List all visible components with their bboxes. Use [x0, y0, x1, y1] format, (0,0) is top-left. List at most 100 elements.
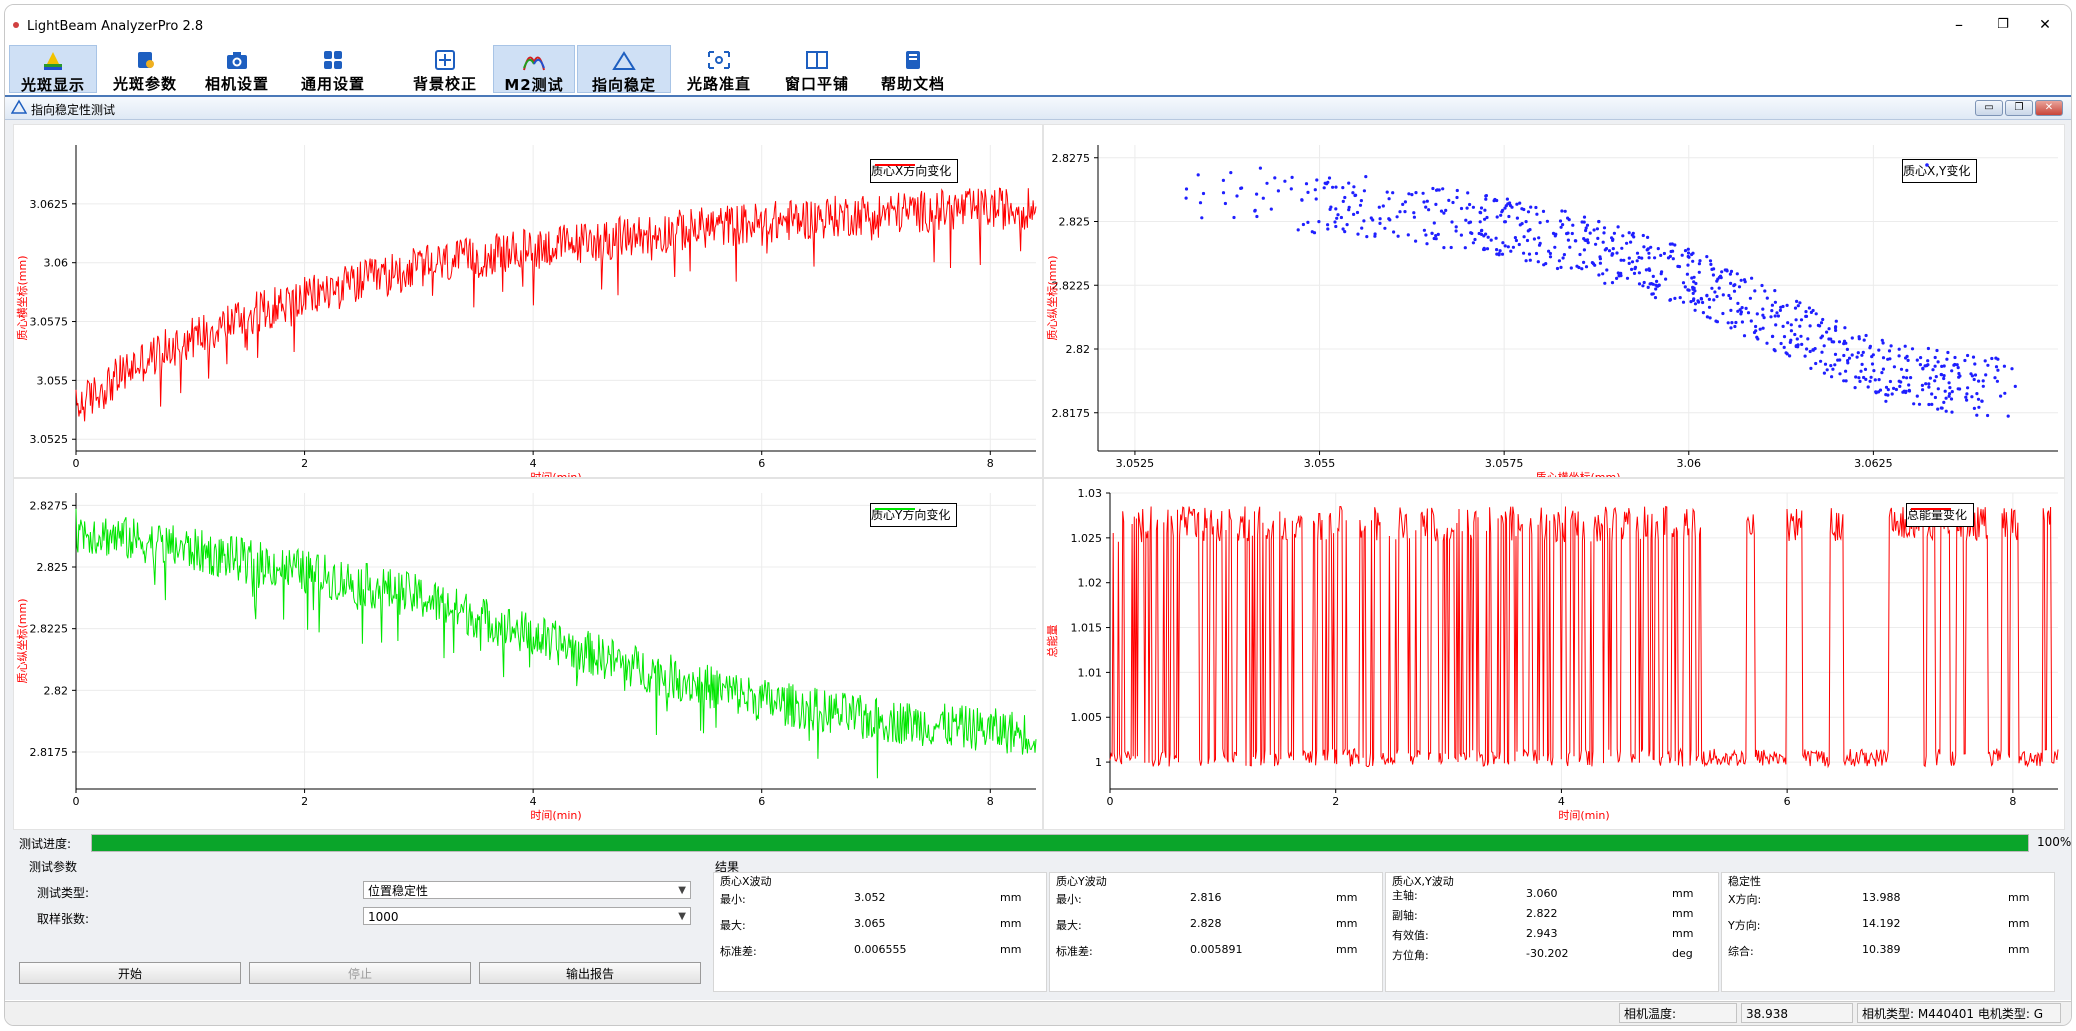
scatter-point — [1996, 357, 2000, 361]
scatter-point — [1734, 320, 1738, 325]
scatter-point — [1693, 308, 1697, 312]
toolbar-tile-windows-button[interactable]: 窗口平铺 — [773, 45, 861, 93]
scatter-point — [1479, 206, 1484, 210]
test-type-select[interactable]: 位置稳定性 ▼ — [363, 881, 691, 899]
toolbar-spot-params-button[interactable]: 光斑参数 — [101, 45, 189, 93]
scatter-point — [1758, 327, 1762, 331]
scatter-point — [1735, 272, 1739, 276]
scatter-point — [1580, 220, 1584, 224]
scatter-point — [1651, 282, 1655, 286]
scatter-point — [1692, 280, 1696, 284]
scatter-point — [1306, 190, 1310, 194]
scatter-point — [1615, 251, 1619, 255]
scatter-point — [1803, 354, 1807, 358]
scatter-point — [1352, 212, 1356, 216]
scatter-point — [1729, 326, 1733, 330]
scatter-point — [1834, 328, 1838, 332]
scatter-point — [1862, 338, 1866, 342]
scatter-point — [1945, 357, 1949, 361]
toolbar-pointing-stability-button[interactable]: 指向稳定 — [577, 45, 671, 94]
scatter-point — [1696, 299, 1700, 303]
scatter-point — [1809, 366, 1813, 370]
scatter-point — [1611, 238, 1615, 242]
subwindow-minimize-button[interactable]: ▭ — [1975, 100, 2003, 116]
scatter-point — [1705, 315, 1709, 319]
scatter-point — [1782, 335, 1787, 339]
scatter-point — [1403, 200, 1407, 204]
scatter-point — [1635, 251, 1640, 255]
toolbar-spot-display-button[interactable]: 光斑显示 — [9, 45, 97, 94]
scatter-point — [1485, 247, 1490, 251]
scatter-point — [1537, 236, 1541, 240]
y-std-value: 0.005891 — [1190, 943, 1243, 956]
prism-icon — [44, 52, 62, 70]
scatter-point — [1362, 189, 1366, 193]
scatter-point — [1927, 402, 1931, 407]
gridlines — [75, 145, 1036, 451]
scatter-point — [1920, 383, 1924, 387]
export-report-button[interactable]: 输出报告 — [479, 962, 701, 984]
toolbar-alignment-button[interactable]: 光路准直 — [675, 45, 763, 93]
scatter-point — [1794, 318, 1798, 322]
scatter-point — [1894, 387, 1898, 392]
scatter-point — [1981, 384, 1985, 388]
scatter-point — [1522, 251, 1526, 255]
scatter-point — [1921, 366, 1925, 370]
rms-label: 有效值: — [1392, 929, 1429, 942]
scatter-point — [1610, 281, 1615, 285]
scatter-point — [1927, 385, 1931, 389]
scatter-point — [1693, 289, 1697, 293]
start-button[interactable]: 开始 — [19, 962, 241, 984]
scatter-point — [1526, 210, 1531, 214]
toolbar-general-settings-button[interactable]: 通用设置 — [289, 45, 377, 93]
subwindow-close-button[interactable]: ✕ — [2035, 100, 2063, 116]
scatter-point — [1362, 219, 1366, 223]
scatter-point — [1598, 261, 1602, 265]
scatter-point — [1949, 397, 1954, 401]
scatter-point — [1993, 376, 1997, 380]
stop-button[interactable]: 停止 — [249, 962, 471, 984]
scatter-point — [1273, 176, 1277, 180]
scatter-point — [1739, 278, 1743, 282]
toolbar-label: M2测试 — [504, 76, 564, 94]
sample-count-select[interactable]: 1000 ▼ — [363, 907, 691, 925]
close-button[interactable]: ✕ — [2027, 13, 2063, 37]
scatter-point — [1673, 296, 1677, 300]
toolbar-background-correct-button[interactable]: 背景校正 — [401, 45, 489, 93]
status-bar: 相机温度: 38.938 相机类型: M440401 电机类型: G — [5, 1001, 2071, 1025]
minimize-button[interactable]: – — [1941, 13, 1977, 37]
scatter-point — [1343, 230, 1347, 234]
scatter-point — [1880, 371, 1884, 375]
x-tick-label: 8 — [987, 795, 994, 808]
scatter-point — [1973, 362, 1977, 366]
scatter-point — [1482, 247, 1486, 252]
scatter-point — [1860, 353, 1864, 357]
scatter-point — [1710, 267, 1714, 271]
scatter-point — [1571, 223, 1575, 227]
scatter-point — [1534, 205, 1538, 210]
scatter-point — [1598, 257, 1602, 261]
toolbar-m2-test-button[interactable]: M2测试 — [493, 45, 575, 94]
legend-swatch — [1925, 163, 1929, 167]
subwindow-restore-button[interactable]: ❐ — [2005, 100, 2033, 116]
scatter-point — [1326, 223, 1330, 227]
scatter-point — [1721, 311, 1725, 316]
scatter-point — [1855, 355, 1859, 359]
scatter-point — [1642, 245, 1646, 249]
maximize-button[interactable]: ❐ — [1985, 13, 2021, 37]
scatter-point — [1986, 413, 1990, 418]
scatter-point — [1306, 220, 1310, 224]
scatter-points — [1184, 166, 2017, 418]
legend-swatch — [875, 164, 915, 166]
x-tick-label: 6 — [758, 795, 765, 808]
y-stability-label: Y方向: — [1728, 919, 1761, 932]
scatter-point — [1334, 185, 1338, 189]
toolbar-camera-settings-button[interactable]: 相机设置 — [193, 45, 281, 93]
scatter-point — [1686, 251, 1691, 255]
scatter-point — [1347, 181, 1351, 185]
toolbar-help-button[interactable]: 帮助文档 — [869, 45, 957, 93]
scatter-point — [1762, 316, 1766, 320]
scatter-point — [1975, 413, 1979, 417]
scatter-point — [1517, 242, 1521, 247]
unit-label: mm — [1336, 917, 1358, 930]
